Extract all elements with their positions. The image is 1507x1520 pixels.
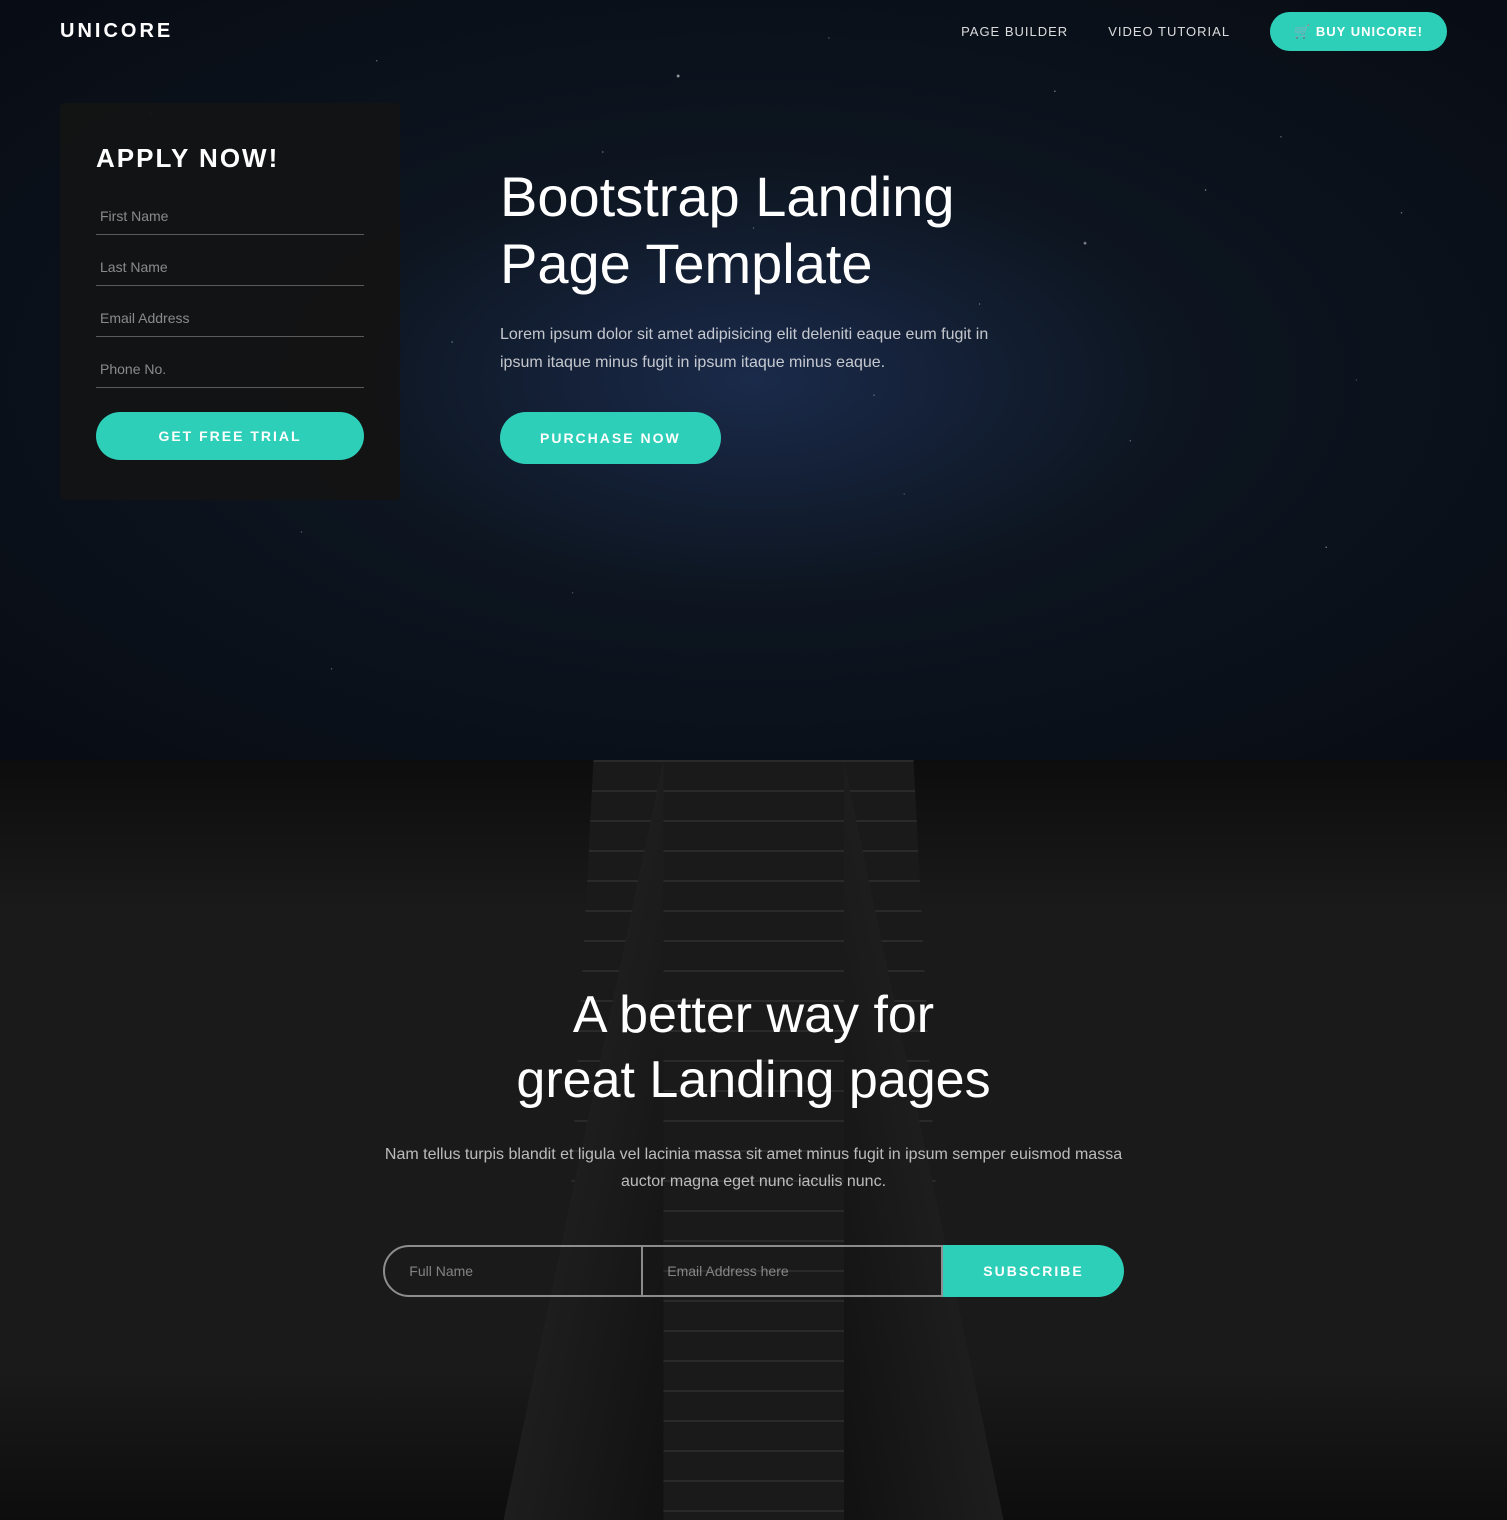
- hero-text: Bootstrap Landing Page Template Lorem ip…: [500, 103, 1060, 464]
- subscribe-email-input[interactable]: [643, 1245, 943, 1297]
- nav-link-video-tutorial[interactable]: VIDEO TUTORIAL: [1108, 24, 1230, 39]
- email-input[interactable]: [96, 300, 364, 337]
- free-trial-button[interactable]: GET FREE TRIAL: [96, 412, 364, 460]
- hero-description: Lorem ipsum dolor sit amet adipisicing e…: [500, 321, 1000, 375]
- nav-cta-label: BUY UNICORE!: [1316, 24, 1423, 39]
- apply-form-card: APPLY NOW! GET FREE TRIAL: [60, 103, 400, 500]
- nav-cta-button[interactable]: 🛒 BUY UNICORE!: [1270, 12, 1447, 51]
- second-section-title: A better way for great Landing pages: [364, 983, 1144, 1113]
- phone-group: [96, 351, 364, 388]
- hero-content: APPLY NOW! GET FREE TRIAL Bootstrap Lan: [0, 63, 1507, 580]
- second-section-content: A better way for great Landing pages Nam…: [304, 903, 1204, 1377]
- email-group: [96, 300, 364, 337]
- hero-title: Bootstrap Landing Page Template: [500, 163, 1060, 297]
- second-section-description: Nam tellus turpis blandit et ligula vel …: [364, 1141, 1144, 1195]
- nav-item-buy[interactable]: 🛒 BUY UNICORE!: [1270, 23, 1447, 41]
- navbar: UNICORE PAGE BUILDER VIDEO TUTORIAL 🛒 BU…: [0, 0, 1507, 63]
- subscribe-fullname-input[interactable]: [383, 1245, 643, 1297]
- brand-logo: UNICORE: [60, 20, 173, 43]
- first-name-input[interactable]: [96, 198, 364, 235]
- nav-links: PAGE BUILDER VIDEO TUTORIAL 🛒 BUY UNICOR…: [961, 23, 1447, 41]
- subscribe-row: SUBSCRIBE: [364, 1245, 1144, 1297]
- phone-input[interactable]: [96, 351, 364, 388]
- apply-form: GET FREE TRIAL: [96, 198, 364, 460]
- nav-link-page-builder[interactable]: PAGE BUILDER: [961, 24, 1068, 39]
- nav-item-page-builder[interactable]: PAGE BUILDER: [961, 23, 1068, 41]
- purchase-button[interactable]: PURCHASE NOW: [500, 412, 721, 464]
- second-title-line2: great Landing pages: [516, 1051, 990, 1109]
- apply-form-title: APPLY NOW!: [96, 143, 364, 174]
- last-name-input[interactable]: [96, 249, 364, 286]
- subscribe-button[interactable]: SUBSCRIBE: [943, 1245, 1123, 1297]
- second-section: A better way for great Landing pages Nam…: [0, 760, 1507, 1520]
- second-title-line1: A better way for: [573, 986, 934, 1044]
- last-name-group: [96, 249, 364, 286]
- hero-section: UNICORE PAGE BUILDER VIDEO TUTORIAL 🛒 BU…: [0, 0, 1507, 760]
- cart-icon: 🛒: [1294, 24, 1316, 39]
- first-name-group: [96, 198, 364, 235]
- nav-item-video-tutorial[interactable]: VIDEO TUTORIAL: [1108, 23, 1230, 41]
